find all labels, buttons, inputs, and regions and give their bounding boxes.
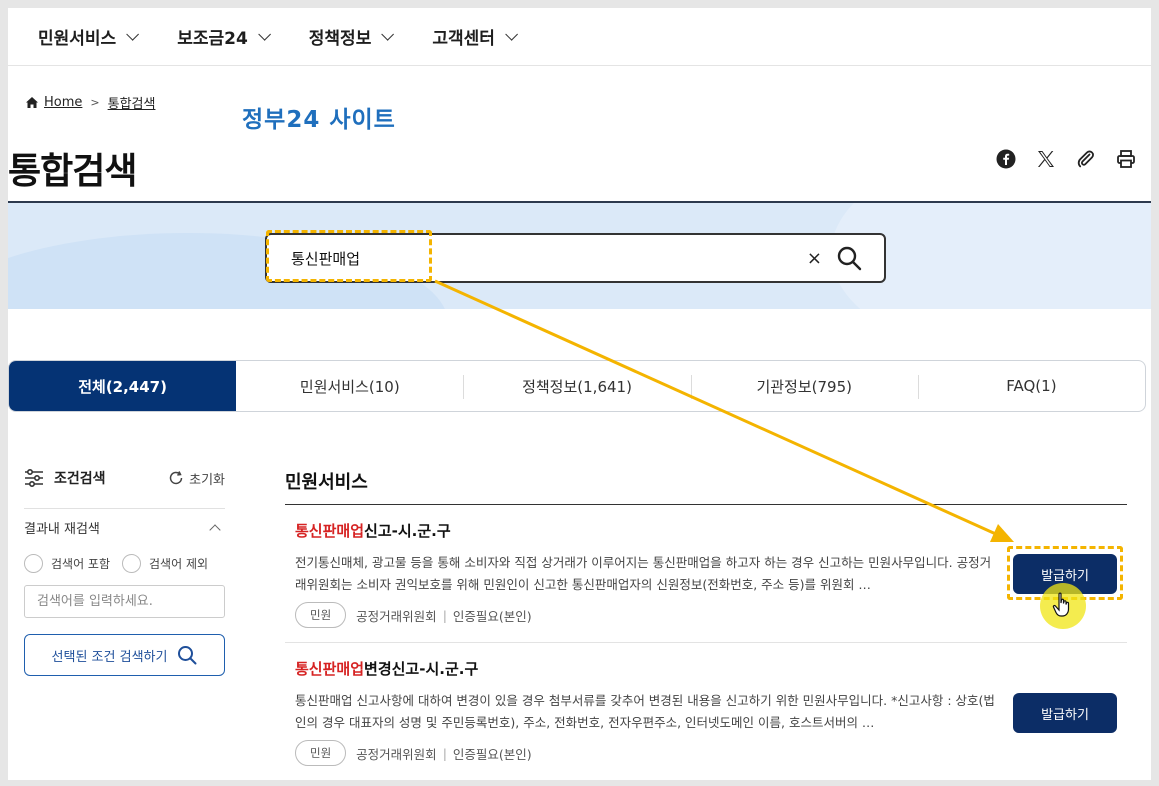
nav-item-label: 민원서비스 [38, 29, 117, 49]
share-toolbar [995, 148, 1137, 170]
nav-item-customer-center[interactable]: 고객센터 [432, 24, 518, 49]
result-title-rest: 변경신고-시.군.구 [364, 660, 479, 678]
chevron-down-icon [258, 28, 271, 41]
result-tabs: 전체(2,447) 민원서비스(10) 정책정보(1,641) 기관정보(795… [8, 360, 1146, 412]
clear-icon[interactable]: × [807, 248, 822, 269]
filter-title: 조건검색 [24, 468, 106, 488]
refresh-icon [169, 471, 183, 485]
home-icon [26, 97, 38, 108]
search-input-value[interactable]: 통신판매업 [291, 248, 807, 269]
screenshot-frame: 민원서비스 보조금24 정책정보 고객센터 Home > 통합검색 정부24 사… [8, 8, 1151, 780]
page-title: 통합검색 [8, 151, 137, 192]
exclude-keyword-radio[interactable]: 검색어 제외 [122, 554, 208, 573]
result-organization: 공정거래위원회 [356, 746, 437, 762]
chevron-right-icon: > [90, 96, 100, 109]
nav-item-civil-service[interactable]: 민원서비스 [38, 24, 140, 49]
nav-item-policy[interactable]: 정책정보 [308, 24, 395, 49]
category-badge: 민원 [295, 740, 347, 766]
result-auth: 인증필요(본인) [452, 746, 532, 762]
radio-circle [24, 554, 43, 573]
breadcrumb-home-link[interactable]: Home [44, 95, 82, 110]
nav-item-label: 보조금24 [177, 29, 248, 49]
refine-search-input[interactable] [24, 585, 225, 618]
search-icon [178, 646, 197, 665]
chevron-down-icon [126, 28, 140, 41]
result-meta: 민원 공정거래위원회 | 인증필요(본인) [295, 602, 1127, 628]
result-description: 통신판매업 신고사항에 대하여 변경이 있을 경우 첨부서류를 갖추어 변경된 … [295, 693, 995, 730]
result-item: 통신판매업변경신고-시.군.구 통신판매업 신고사항에 대하여 변경이 있을 경… [295, 658, 1127, 766]
tab-civil-service[interactable]: 민원서비스(10) [236, 361, 463, 411]
site-annotation-label: 정부24 사이트 [242, 107, 396, 133]
search-icon[interactable] [836, 245, 862, 271]
result-title-rest: 신고-시.군.구 [364, 522, 451, 540]
tab-policy[interactable]: 정책정보(1,641) [463, 361, 690, 411]
search-banner: 통신판매업 × [8, 201, 1151, 309]
meta-separator: | [442, 745, 447, 761]
issue-button[interactable]: 발급하기 [1013, 693, 1117, 733]
result-meta: 민원 공정거래위원회 | 인증필요(본인) [295, 740, 1127, 766]
result-auth: 인증필요(본인) [452, 608, 532, 624]
search-input[interactable]: 통신판매업 × [265, 233, 886, 283]
meta-separator: | [442, 607, 447, 623]
section-title: 민원서비스 [285, 472, 368, 493]
radio-label: 검색어 제외 [149, 557, 209, 571]
refine-search-header[interactable]: 결과내 재검색 [24, 518, 225, 537]
radio-label: 검색어 포함 [51, 557, 111, 571]
x-icon[interactable] [1035, 148, 1057, 170]
nav-item-label: 정책정보 [308, 29, 372, 49]
top-navigation: 민원서비스 보조금24 정책정보 고객센터 [8, 8, 1151, 66]
reset-label: 초기화 [189, 472, 225, 488]
refine-options: 검색어 포함 검색어 제외 [24, 554, 208, 573]
result-title-highlight: 통신판매업 [295, 522, 365, 540]
nav-item-label: 고객센터 [432, 29, 495, 49]
tab-all[interactable]: 전체(2,447) [9, 361, 237, 411]
reset-button[interactable]: 초기화 [168, 469, 225, 488]
result-item: 통신판매업신고-시.군.구 전기통신매체, 광고물 등을 통해 소비자와 직접 … [295, 520, 1127, 628]
result-title-link[interactable]: 통신판매업변경신고-시.군.구 [295, 658, 1127, 679]
nav-item-subsidy[interactable]: 보조금24 [177, 24, 271, 49]
result-title-link[interactable]: 통신판매업신고-시.군.구 [295, 520, 1127, 541]
result-organization: 공정거래위원회 [356, 608, 437, 624]
chevron-down-icon [381, 28, 395, 41]
link-icon[interactable] [1075, 148, 1097, 170]
filter-header: 조건검색 초기화 [24, 468, 225, 488]
chevron-down-icon [505, 28, 518, 41]
print-icon[interactable] [1115, 148, 1137, 170]
chevron-up-icon[interactable] [209, 523, 221, 536]
include-keyword-radio[interactable]: 검색어 포함 [24, 554, 110, 573]
divider [285, 642, 1127, 643]
result-description: 전기통신매체, 광고물 등을 통해 소비자와 직접 상거래가 이루어지는 통신판… [295, 555, 992, 592]
result-title-highlight: 통신판매업 [295, 660, 365, 678]
breadcrumb: Home > 통합검색 [26, 93, 155, 112]
issue-button[interactable]: 발급하기 [1013, 554, 1117, 594]
filter-title-label: 조건검색 [54, 471, 106, 487]
filter-sliders-icon [25, 469, 43, 487]
tab-faq[interactable]: FAQ(1) [917, 361, 1145, 411]
tab-agency[interactable]: 기관정보(795) [690, 361, 918, 411]
category-badge: 민원 [295, 602, 347, 628]
facebook-icon[interactable] [995, 148, 1017, 170]
condition-search-button[interactable]: 선택된 조건 검색하기 [24, 634, 225, 676]
refine-search-title: 결과내 재검색 [24, 522, 100, 537]
divider [285, 504, 1127, 505]
radio-circle [122, 554, 142, 573]
condition-search-label: 선택된 조건 검색하기 [51, 649, 168, 665]
breadcrumb-current-link[interactable]: 통합검색 [108, 93, 156, 112]
divider [24, 508, 225, 509]
